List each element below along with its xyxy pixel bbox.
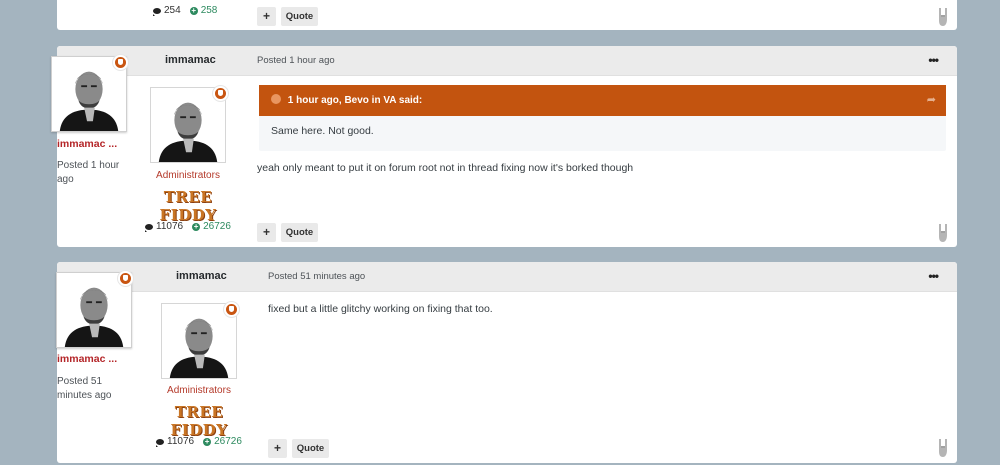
comment-count: 254 [153, 5, 181, 16]
floating-post-date: Posted 51 minutes ago [57, 376, 112, 401]
share-icon[interactable]: ➦ [927, 85, 936, 116]
shield-badge-icon [118, 271, 133, 286]
floating-post-date: Posted 1 hour ago [57, 160, 120, 185]
multiquote-button[interactable]: + [268, 439, 287, 458]
shield-badge-icon [213, 86, 228, 101]
rock-on-hand-icon[interactable] [936, 223, 950, 243]
post-date[interactable]: Posted 51 minutes ago [268, 271, 365, 282]
reputation-icon: + [203, 436, 212, 446]
post: immamac Posted 1 hour ago ••• Administra… [57, 46, 957, 247]
comment-count: 11076 [145, 221, 183, 232]
multiquote-button[interactable]: + [257, 223, 276, 242]
quote-button[interactable]: Quote [292, 439, 329, 458]
more-options-icon[interactable]: ••• [928, 54, 939, 66]
rock-on-hand-icon[interactable] [936, 7, 950, 27]
author-stats: 254 + 258 [153, 5, 217, 16]
post: immamac Posted 51 minutes ago ••• Admini… [57, 262, 957, 463]
comment-icon [156, 438, 164, 447]
reputation-count: + 26726 [192, 221, 231, 232]
quote-button[interactable]: Quote [281, 223, 318, 242]
rank-title: TREE FIDDY [170, 403, 228, 439]
reputation-count: + 258 [189, 5, 218, 16]
quote-header[interactable]: 1 hour ago, Bevo in VA said: ➦ [259, 85, 946, 116]
comment-count: 11076 [156, 436, 194, 447]
user-group: Administrators [156, 170, 220, 181]
author-stats: 11076 + 26726 [145, 221, 231, 232]
floating-author-name[interactable]: immamac ... [57, 138, 117, 150]
comment-icon [153, 7, 161, 16]
reputation-icon: + [192, 221, 201, 231]
chevron-down-icon [271, 94, 281, 104]
post-date[interactable]: Posted 1 hour ago [257, 55, 335, 66]
reputation-count: + 26726 [203, 436, 242, 447]
post-header: immamac Posted 1 hour ago ••• [57, 46, 957, 76]
post-header: immamac Posted 51 minutes ago ••• [57, 262, 957, 292]
quote-block: 1 hour ago, Bevo in VA said: ➦ Same here… [259, 85, 946, 151]
author-name[interactable]: immamac [165, 54, 216, 66]
rank-title: TREE FIDDY [159, 188, 217, 224]
user-group: Administrators [167, 385, 231, 396]
post-content: fixed but a little glitchy working on fi… [268, 303, 493, 315]
rock-on-hand-icon[interactable] [936, 438, 950, 458]
quote-button[interactable]: Quote [281, 7, 318, 26]
avatar-photo [151, 88, 225, 162]
post-content: yeah only meant to put it on forum root … [257, 162, 634, 174]
shield-badge-icon [224, 302, 239, 317]
multiquote-button[interactable]: + [257, 7, 276, 26]
shield-badge-icon [113, 55, 128, 70]
post-previous: 254 + 258 + Quote [57, 0, 957, 30]
comment-icon [145, 223, 153, 232]
more-options-icon[interactable]: ••• [928, 270, 939, 282]
author-stats: 11076 + 26726 [156, 436, 242, 447]
reputation-icon: + [189, 5, 198, 15]
avatar-photo [162, 304, 236, 378]
author-name[interactable]: immamac [176, 270, 227, 282]
quote-text: Same here. Not good. [271, 125, 374, 137]
floating-author-name[interactable]: immamac ... [57, 353, 117, 365]
